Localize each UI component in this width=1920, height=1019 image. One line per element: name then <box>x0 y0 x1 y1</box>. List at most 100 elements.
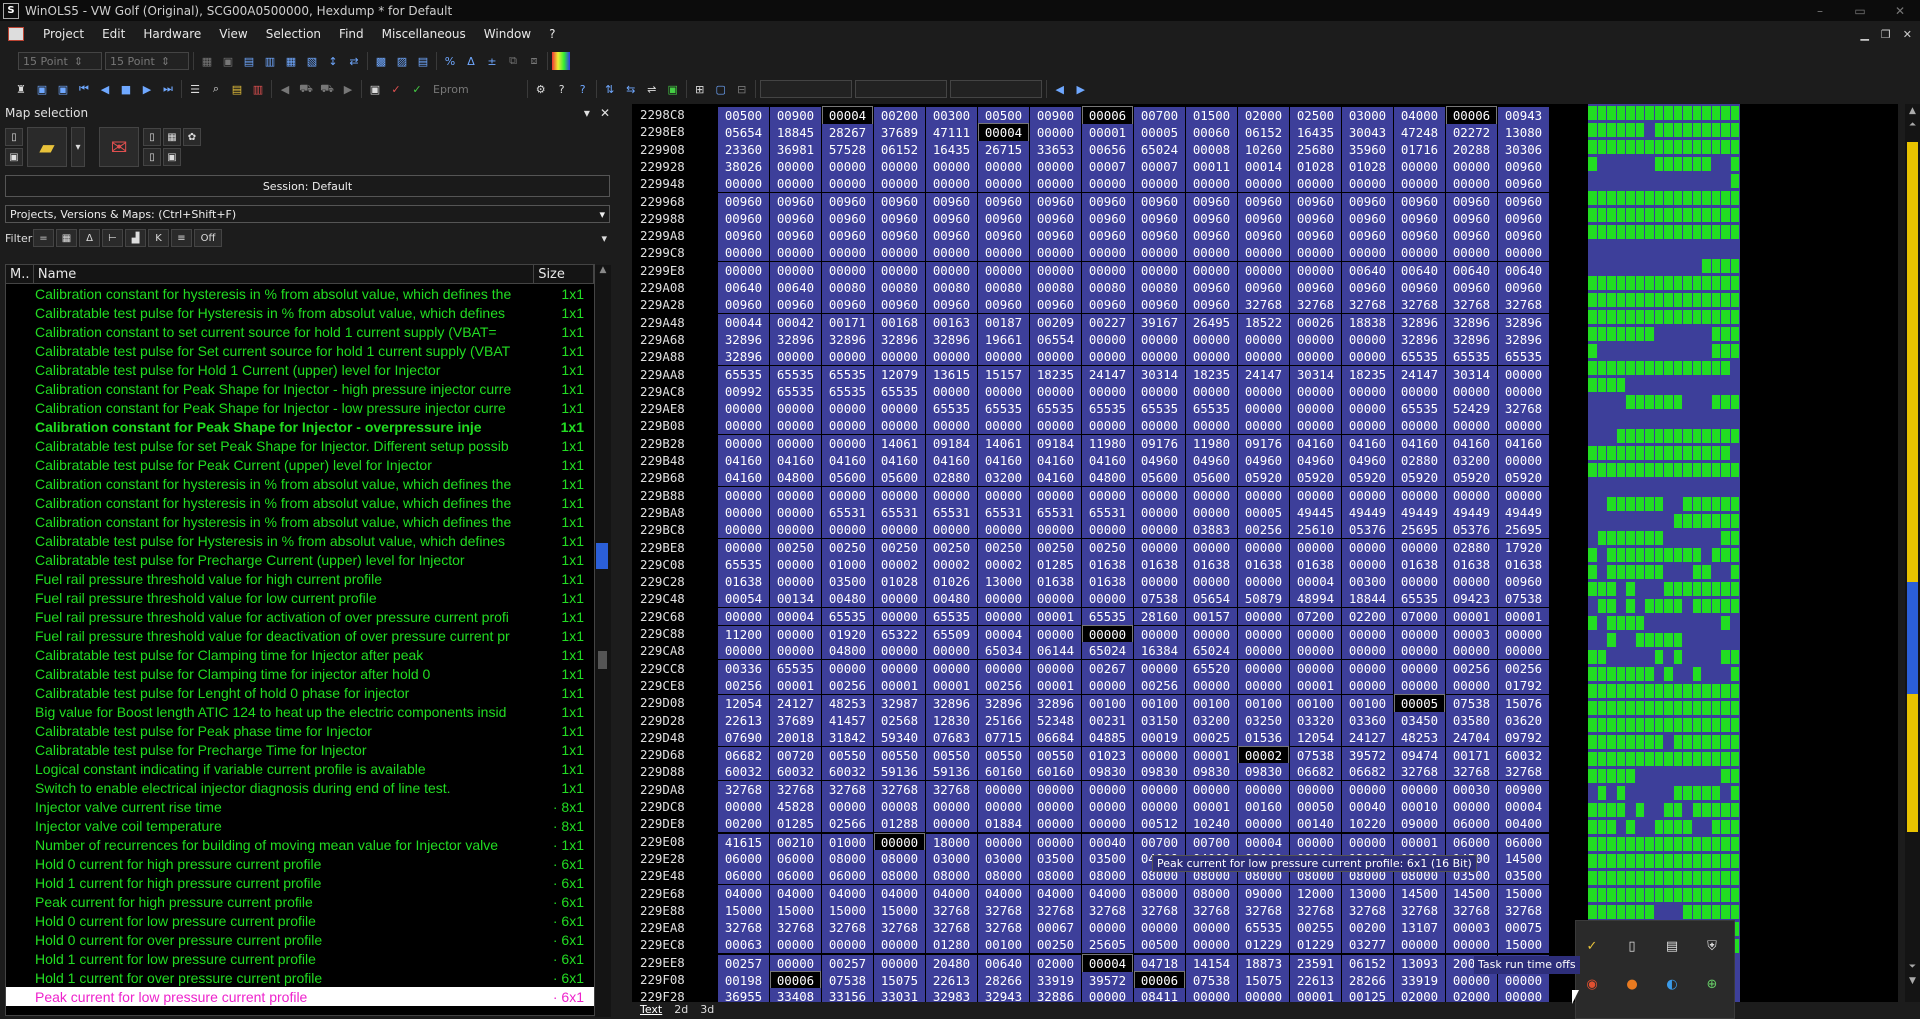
hex-cell[interactable]: 00960 <box>1030 227 1081 245</box>
hex-cell[interactable]: 00001 <box>1030 607 1081 625</box>
hex-cell[interactable]: 65531 <box>874 503 925 521</box>
hex-cell[interactable]: 00000 <box>1030 815 1081 833</box>
hex-cell[interactable]: 00256 <box>1446 659 1497 677</box>
hex-cell[interactable]: 00001 <box>1498 607 1549 625</box>
hex-cell[interactable]: 00000 <box>874 521 925 539</box>
hex-cell[interactable]: 04160 <box>978 452 1029 469</box>
hex-cell[interactable]: 08000 <box>874 849 925 867</box>
hex-cell[interactable]: 07538 <box>1186 972 1237 989</box>
hex-cell[interactable]: 09423 <box>1446 590 1497 608</box>
hex-cell[interactable]: 00512 <box>1134 815 1185 833</box>
hex-cell[interactable]: 00700 <box>1186 833 1237 851</box>
scroll-page-down-icon[interactable]: ⏷ <box>1907 962 1918 974</box>
hex-cell[interactable]: 00000 <box>1186 573 1237 591</box>
hex-cell[interactable]: 08000 <box>1186 884 1237 902</box>
hex-cell[interactable]: 00480 <box>822 590 873 608</box>
hex-cell[interactable]: 24127 <box>1342 728 1393 746</box>
hex-cell[interactable]: 00000 <box>1134 486 1185 504</box>
view-mode-icon[interactable]: ▣ <box>219 52 237 70</box>
hex-cell[interactable]: 00000 <box>770 626 821 643</box>
hex-cell[interactable]: 25695 <box>1394 521 1445 539</box>
hex-cell[interactable]: 00000 <box>978 486 1029 504</box>
hex-cell[interactable]: 00000 <box>1290 659 1341 677</box>
hex-cell[interactable]: 18873 <box>1238 954 1289 972</box>
hex-cell[interactable]: 00960 <box>1498 157 1549 175</box>
table-row[interactable]: Calibration constant for hysteresis in %… <box>6 512 594 531</box>
hex-cell[interactable]: 00000 <box>1394 573 1445 591</box>
hex-cell[interactable]: 00000 <box>926 261 977 279</box>
hex-cell[interactable]: 03883 <box>1186 521 1237 539</box>
hex-cell[interactable]: 00060 <box>1186 124 1237 142</box>
hex-cell[interactable]: 00100 <box>978 936 1029 954</box>
hex-cell[interactable]: 00257 <box>822 954 873 972</box>
hex-cell[interactable]: 23591 <box>1290 954 1341 972</box>
hex-cell[interactable]: 00960 <box>874 209 925 227</box>
hex-cell[interactable]: 30043 <box>1342 124 1393 142</box>
hex-cell[interactable]: 47248 <box>1394 124 1445 142</box>
hex-cell[interactable]: 00000 <box>718 175 769 193</box>
hex-cell[interactable]: 00001 <box>1030 676 1081 694</box>
hex-cell[interactable]: 15076 <box>1498 695 1549 713</box>
help-icon[interactable]: ? <box>553 80 571 98</box>
hex-cell[interactable]: 00000 <box>1186 261 1237 279</box>
next-icon[interactable]: ▶ <box>138 80 156 98</box>
hex-cell[interactable]: 00000 <box>1186 780 1237 798</box>
hex-cell[interactable]: 49445 <box>1290 503 1341 521</box>
hex-cell[interactable]: 00000 <box>718 521 769 539</box>
table-row[interactable]: Fuel rail pressure threshold value for l… <box>6 588 594 607</box>
hex-cell[interactable]: 04160 <box>1394 434 1445 452</box>
hex-cell[interactable]: 32768 <box>1498 763 1549 781</box>
hex-cell[interactable]: 09000 <box>1238 884 1289 902</box>
hex-cell[interactable]: 00008 <box>874 798 925 815</box>
hex-cell[interactable]: 15000 <box>822 901 873 919</box>
hex-cell[interactable]: 00000 <box>1394 486 1445 504</box>
hex-cell[interactable]: 49449 <box>1446 503 1497 521</box>
tray-app-icon[interactable]: ● <box>1621 973 1643 995</box>
hex-cell[interactable]: 00160 <box>1238 798 1289 815</box>
hex-cell[interactable]: 00000 <box>718 434 769 452</box>
hex-cell[interactable]: 00000 <box>1238 988 1289 1002</box>
hex-cell[interactable]: 65535 <box>1394 400 1445 418</box>
hex-cell[interactable]: 00000 <box>822 400 873 418</box>
hex-cell[interactable]: 00000 <box>926 244 977 262</box>
hex-cell[interactable]: 00640 <box>1342 261 1393 279</box>
hex-cell[interactable]: 28267 <box>822 124 873 142</box>
hex-cell[interactable]: 00000 <box>1498 452 1549 469</box>
hex-cell[interactable]: 01638 <box>1238 555 1289 573</box>
hex-cell[interactable]: 65535 <box>1030 400 1081 418</box>
hex-cell[interactable]: 00000 <box>1498 642 1549 660</box>
hex-cell[interactable]: 00000 <box>1134 261 1185 279</box>
hex-cell[interactable]: 65535 <box>1498 348 1549 366</box>
hex-cell[interactable]: 00960 <box>770 192 821 210</box>
hex-cell[interactable]: 00000 <box>1238 659 1289 677</box>
hex-cell[interactable]: 00250 <box>822 538 873 556</box>
hilo-icon[interactable]: ↕ <box>324 52 342 70</box>
hex-cell[interactable]: 05920 <box>1342 469 1393 487</box>
hex-scrollbar[interactable]: ▲ ⏶ ⏷ ▼ <box>1905 104 1920 1002</box>
hex-cell[interactable]: 24147 <box>1394 365 1445 383</box>
hex-cell[interactable]: 03200 <box>978 469 1029 487</box>
hex-cell[interactable]: 08000 <box>926 867 977 885</box>
table-row[interactable]: Calibratable test pulse for set Peak Sha… <box>6 436 594 455</box>
hex-cell[interactable]: 57528 <box>822 140 873 158</box>
save-icon[interactable]: ▣ <box>5 148 23 166</box>
hex-cell[interactable]: 00080 <box>874 279 925 296</box>
hex-cell[interactable]: 04000 <box>926 884 977 902</box>
hex-cell[interactable]: 00000 <box>1030 175 1081 193</box>
hex-cell[interactable]: 07538 <box>1498 590 1549 608</box>
hex-cell[interactable]: 24147 <box>1238 365 1289 383</box>
menu-find[interactable]: Find <box>330 27 373 41</box>
hex-cell[interactable]: 00960 <box>1342 279 1393 296</box>
hex-cell[interactable]: 00000 <box>874 607 925 625</box>
hex-cell[interactable]: 32768 <box>926 919 977 937</box>
hex-cell[interactable]: 00500 <box>978 107 1029 124</box>
hex-cell[interactable]: 00960 <box>1498 209 1549 227</box>
hex-cell[interactable]: 60160 <box>1030 763 1081 781</box>
table-row[interactable]: Calibration constant for Peak Shape for … <box>6 379 594 398</box>
hex-cell[interactable]: 00004 <box>1082 953 1133 973</box>
hex-cell[interactable]: 00000 <box>1498 365 1549 383</box>
filter-kk-icon[interactable]: K <box>148 229 169 247</box>
transfer-icon[interactable]: ⇆ <box>622 80 640 98</box>
hex-cell[interactable]: 33653 <box>1030 140 1081 158</box>
open-folder-icon[interactable]: ▰ <box>27 127 67 167</box>
